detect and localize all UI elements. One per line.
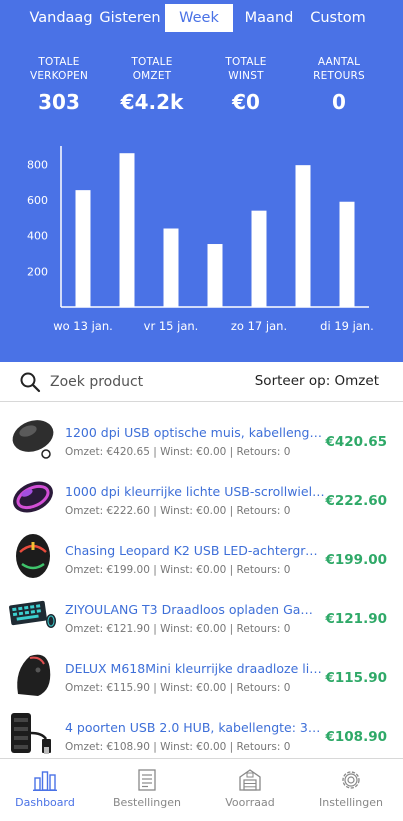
stat-label-line2: RETOURS [313,69,365,82]
stat-value: €4.2k [120,90,184,114]
chart-y-tick-label: 200 [27,265,48,278]
bar-chart-icon [33,771,57,791]
chart-x-tick-label: zo 17 jan. [231,319,287,333]
search-input[interactable] [50,368,220,396]
chart-y-tick-label: 400 [27,230,48,243]
stat-label-line1: TOTALE [225,56,267,68]
stat-returns-count: AANTAL RETOURS 0 [294,56,384,114]
product-revenue: €121.90 [325,611,388,627]
stat-total-revenue: TOTALE OMZET €4.2k [107,56,197,114]
nav-label: Voorraad [225,796,275,809]
dashboard-header: Vandaag Gisteren Week Maand Custom TOTAL… [0,0,403,362]
stat-label-line1: TOTALE [131,56,173,68]
product-title[interactable]: 4 poorten USB 2.0 HUB, kabellengte: 30 c… [65,720,325,735]
product-revenue: €115.90 [325,670,388,686]
product-meta: Omzet: €420.65 | Winst: €0.00 | Retours:… [65,446,291,458]
product-title[interactable]: ZIYOULANG T3 Draadloos opladen Gaming to… [65,602,325,617]
list-item[interactable]: 4 poorten USB 2.0 HUB, kabellengte: 30 c… [0,703,403,758]
chart-bar [207,244,223,307]
tab-gisteren[interactable]: Gisteren [98,4,162,32]
search-bar: Sorteer op: Omzet [0,362,403,402]
stat-label-line1: AANTAL [317,56,361,68]
product-title[interactable]: DELUX M618Mini kleurrijke draadloze lich… [65,661,325,676]
list-item[interactable]: ZIYOULANG T3 Draadloos opladen Gaming to… [0,585,403,644]
stat-total-profit: TOTALE WINST €0 [201,56,291,114]
stat-value: €0 [232,90,260,114]
chart-bar [339,201,355,307]
period-tabs: Vandaag Gisteren Week Maand Custom [0,4,403,32]
nav-label: Instellingen [319,796,383,809]
tab-custom[interactable]: Custom [305,4,371,32]
product-revenue: €222.60 [325,493,388,509]
chart-bar [163,228,179,307]
chart-y-tick-label: 800 [27,158,48,171]
nav-settings[interactable]: Instellingen [301,759,401,821]
product-revenue: €420.65 [325,434,388,450]
product-title[interactable]: 1000 dpi kleurrijke lichte USB-scrollwie… [65,484,325,499]
product-title[interactable]: Chasing Leopard K2 USB LED-achtergrondve… [65,543,325,558]
sales-bar-chart: 200 400 600 800 wo 13 jan. vr 15 jan. zo 17 ja… [27,146,374,333]
stat-label-line2: OMZET [132,69,172,82]
bottom-navigation: Dashboard Bestellingen Voorraad Instelli… [0,758,403,821]
stat-value: 303 [38,90,80,114]
list-item[interactable]: 1200 dpi USB optische muis, kabellengte:… [0,408,403,467]
chart-bar [295,165,311,307]
chart-x-tick-label: wo 13 jan. [53,319,113,333]
list-item[interactable]: DELUX M618Mini kleurrijke draadloze lich… [0,644,403,703]
gear-icon [342,771,360,789]
product-thumbnail-keyboard [9,600,56,628]
tab-maand[interactable]: Maand [240,4,298,32]
product-meta: Omzet: €199.00 | Winst: €0.00 | Retours:… [65,564,291,576]
nav-inventory[interactable]: Voorraad [200,759,300,821]
stat-value: 0 [332,90,346,114]
product-thumbnail-rgb-mouse [13,481,53,513]
list-item[interactable]: 1000 dpi kleurrijke lichte USB-scrollwie… [0,467,403,526]
tab-week[interactable]: Week [165,4,233,32]
stat-label-line2: VERKOPEN [29,69,89,82]
chart-x-tick-label: di 19 jan. [320,319,374,333]
product-meta: Omzet: €121.90 | Winst: €0.00 | Retours:… [65,623,291,635]
chart-bar [251,210,267,307]
tab-vandaag[interactable]: Vandaag [28,4,94,32]
search-icon[interactable] [19,371,41,393]
list-item[interactable]: Chasing Leopard K2 USB LED-achtergrondve… [0,526,403,585]
warehouse-icon [239,769,261,791]
stat-total-sales: TOTALE VERKOPEN 303 [14,56,104,114]
product-thumbnail-mouse [12,420,54,459]
nav-dashboard[interactable]: Dashboard [0,759,95,821]
sort-selector[interactable]: Sorteer op: Omzet [255,373,379,389]
chart-x-tick-label: vr 15 jan. [144,319,199,333]
product-meta: Omzet: €108.90 | Winst: €0.00 | Retours:… [65,741,291,753]
chart-bar [75,190,91,307]
stat-label-line2: WINST [228,69,264,82]
product-list: 1200 dpi USB optische muis, kabellengte:… [0,403,403,758]
product-meta: Omzet: €222.60 | Winst: €0.00 | Retours:… [65,505,291,517]
stat-label-line1: TOTALE [38,56,80,68]
product-thumbnail-usb-hub [11,713,51,754]
nav-label: Dashboard [15,796,75,809]
product-thumbnail-gaming-mouse [16,534,50,578]
product-title[interactable]: 1200 dpi USB optische muis, kabellengte:… [65,425,325,440]
product-meta: Omzet: €115.90 | Winst: €0.00 | Retours:… [65,682,291,694]
product-thumbnail-vertical-mouse [17,654,51,696]
nav-orders[interactable]: Bestellingen [97,759,197,821]
nav-label: Bestellingen [113,796,181,809]
document-icon [138,769,156,791]
product-revenue: €108.90 [325,729,388,745]
chart-y-tick-label: 600 [27,194,48,207]
chart-bar [119,153,135,307]
product-revenue: €199.00 [325,552,388,568]
